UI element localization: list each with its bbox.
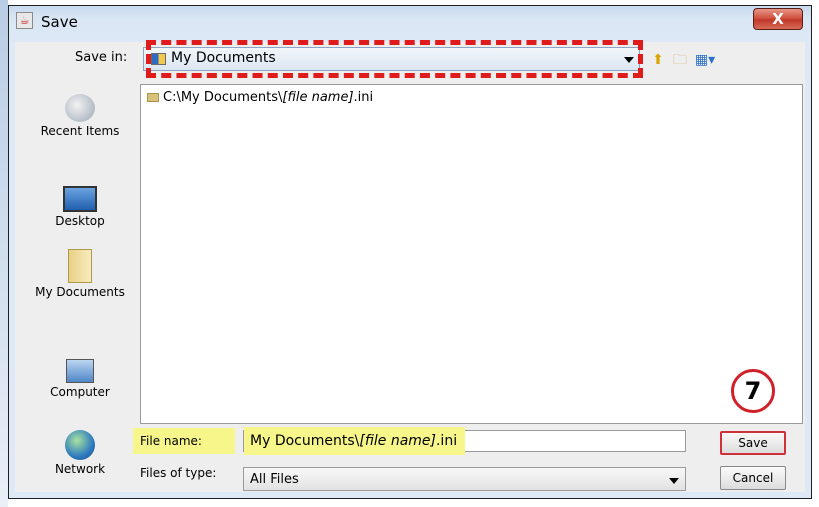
recent-items-icon	[65, 94, 95, 122]
title-bar: ☕ Save X	[9, 6, 811, 38]
places-bar: Recent Items Desktop My Documents Comput…	[25, 84, 135, 487]
files-of-type-label: Files of type:	[140, 466, 217, 480]
desktop-icon	[63, 186, 97, 212]
window-title: Save	[41, 13, 78, 31]
place-desktop[interactable]: Desktop	[25, 186, 135, 228]
place-computer[interactable]: Computer	[25, 359, 135, 399]
step-number-badge: 7	[731, 369, 775, 413]
place-network[interactable]: Network	[25, 430, 135, 476]
file-name-field[interactable]: My Documents\[file name].ini	[243, 427, 686, 455]
file-name-value: My Documents\[file name].ini	[244, 427, 466, 455]
save-in-value: My Documents	[171, 50, 276, 66]
new-folder-icon[interactable]: 🗀	[671, 52, 689, 68]
chevron-down-icon	[624, 57, 634, 63]
file-name-label: File name:	[140, 434, 202, 448]
file-name-suffix: .ini	[435, 433, 458, 449]
background-strip	[0, 0, 8, 507]
save-in-combo[interactable]: My Documents	[143, 47, 640, 71]
place-label: Network	[54, 462, 106, 476]
up-folder-icon[interactable]: ⬆	[649, 52, 667, 68]
chevron-down-icon	[669, 478, 679, 484]
view-menu-icon[interactable]: ▦▾	[693, 52, 717, 68]
files-of-type-value: All Files	[250, 472, 299, 487]
ini-file-icon	[147, 93, 159, 102]
my-documents-icon	[68, 249, 92, 283]
network-icon	[65, 430, 95, 460]
file-extension: .ini	[353, 90, 374, 105]
file-name-label-highlight: File name:	[133, 428, 235, 454]
computer-icon	[66, 359, 94, 383]
cancel-button[interactable]: Cancel	[720, 466, 786, 490]
file-name-placeholder: [file name]	[282, 90, 354, 105]
place-label: Recent Items	[40, 124, 120, 138]
file-path-prefix: C:\My Documents\	[163, 90, 283, 105]
java-app-icon: ☕	[16, 12, 33, 29]
list-item[interactable]: C:\My Documents\[file name].ini	[147, 90, 373, 105]
place-label: Computer	[50, 385, 110, 399]
save-dialog: ☕ Save X Save in: My Documents ⬆ 🗀 ▦▾ Re…	[8, 5, 812, 499]
place-recent-items[interactable]: Recent Items	[25, 94, 135, 138]
save-button[interactable]: Save	[720, 431, 786, 455]
my-documents-folder-icon	[151, 53, 166, 65]
file-name-prefix: My Documents\	[250, 433, 360, 449]
file-list[interactable]: C:\My Documents\[file name].ini	[140, 84, 803, 424]
place-my-documents[interactable]: My Documents	[25, 249, 135, 299]
save-in-label: Save in:	[75, 50, 128, 65]
close-button[interactable]: X	[753, 8, 803, 30]
dialog-body: Save in: My Documents ⬆ 🗀 ▦▾ Recent Item…	[15, 40, 805, 492]
place-label: My Documents	[35, 285, 125, 299]
place-label: Desktop	[55, 214, 105, 228]
file-name-placeholder: [file name]	[359, 433, 436, 449]
files-of-type-combo[interactable]: All Files	[243, 467, 686, 491]
